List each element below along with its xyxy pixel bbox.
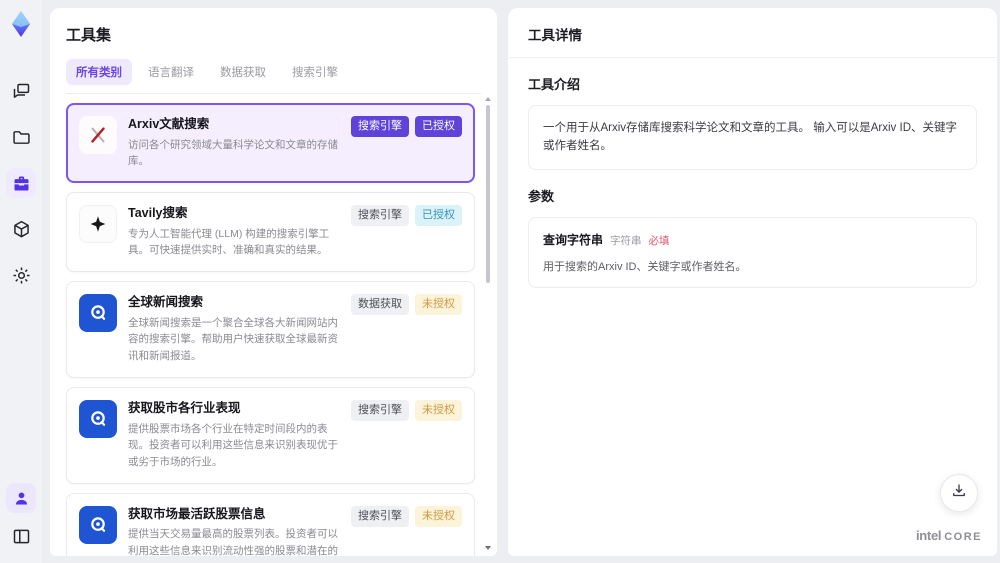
tool-description: 提供股票市场各个行业在特定时间段内的表现。投资者可以利用这些信息来识别表现优于或… (128, 422, 338, 469)
category-badge: 数据获取 (351, 294, 409, 316)
detail-title: 工具详情 (528, 28, 582, 43)
tool-card-tavily-search[interactable]: Tavily搜索 专为人工智能代理 (LLM) 构建的搜索引擎工具。可快速提供实… (66, 192, 475, 273)
sidebar-item-tools[interactable] (6, 168, 36, 198)
tool-name: Arxiv文献搜索 (128, 117, 210, 131)
tab-data-acquisition[interactable]: 数据获取 (210, 59, 276, 85)
intro-heading: 工具介绍 (528, 77, 581, 92)
user-icon (12, 489, 31, 508)
category-badge: 搜索引擎 (351, 205, 409, 227)
tool-card-most-active-stocks[interactable]: 获取市场最活跃股票信息 提供当天交易量最高的股票列表。投资者可以利用这些信息来识… (66, 492, 475, 556)
tab-search-engine[interactable]: 搜索引擎 (282, 59, 348, 85)
status-badge: 已授权 (415, 116, 462, 137)
sidebar-item-files[interactable] (6, 122, 36, 152)
sidebar-item-models[interactable] (6, 214, 36, 244)
list-scrollbar (484, 97, 492, 550)
sidebar-item-account[interactable] (6, 483, 36, 513)
tool-list-panel: 工具集 所有类别 语言翻译 数据获取 搜索引擎 Arxiv文献搜索 访问各个研究… (50, 8, 497, 556)
tool-card-global-news-search[interactable]: 全球新闻搜索 全球新闻搜索是一个聚合全球各大新闻网站内容的搜索引擎。帮助用户快速… (66, 281, 475, 379)
status-badge: 未授权 (415, 400, 462, 422)
tool-description: 专为人工智能代理 (LLM) 构建的搜索引擎工具。可快速提供实时、准确和真实的结… (128, 227, 330, 257)
sparkle-logo-icon (79, 205, 117, 244)
tool-description: 全球新闻搜索是一个聚合全球各大新闻网站内容的搜索引擎。帮助用户快速获取全球最新资… (128, 316, 338, 363)
sidebar-item-chat[interactable] (6, 76, 36, 106)
scrollbar-down-arrow-icon[interactable] (485, 546, 491, 550)
divider (508, 57, 997, 58)
params-heading: 参数 (528, 188, 555, 204)
download-button[interactable] (940, 474, 978, 512)
scrollbar-up-arrow-icon[interactable] (485, 97, 491, 101)
brand-word-core: CORE (944, 531, 982, 543)
category-badge: 搜索引擎 (351, 116, 409, 137)
sidebar-rail (0, 0, 42, 563)
scrollbar-thumb[interactable] (486, 105, 490, 283)
toolbox-icon (11, 173, 32, 194)
blue-search-logo-icon (79, 400, 117, 439)
param-name: 查询字符串 (543, 232, 604, 247)
param-required-badge: 必填 (648, 234, 670, 247)
tool-description: 提供当天交易量最高的股票列表。投资者可以利用这些信息来识别流动性强的股票和潜在的… (128, 528, 338, 556)
tool-name: 获取股市各行业表现 (128, 401, 241, 416)
status-badge: 未授权 (415, 294, 462, 316)
status-badge: 已授权 (415, 205, 462, 227)
download-icon (950, 482, 968, 505)
app-logo-icon (7, 10, 35, 38)
tool-description: 访问各个研究领域大量科学论文和文章的存储库。 (128, 138, 338, 168)
intro-text: 一个用于从Arxiv存储库搜索科学论文和文章的工具。 输入可以是Arxiv ID… (543, 122, 957, 153)
category-tabs: 所有类别 语言翻译 数据获取 搜索引擎 (66, 59, 481, 94)
panel-toggle-icon (11, 526, 32, 547)
gear-icon (11, 265, 32, 286)
param-description: 用于搜索的Arxiv ID、关键字或作者姓名。 (543, 260, 747, 273)
tool-name: Tavily搜索 (128, 206, 188, 221)
blue-search-logo-icon (79, 505, 117, 544)
folder-icon (11, 127, 32, 148)
tab-language-translation[interactable]: 语言翻译 (138, 59, 204, 85)
cube-icon (11, 219, 32, 240)
tool-card-arxiv-search[interactable]: Arxiv文献搜索 访问各个研究领域大量科学论文和文章的存储库。 搜索引擎 已授… (66, 103, 475, 184)
blue-search-logo-icon (79, 294, 117, 333)
arxiv-logo-icon (79, 116, 117, 154)
tab-all-categories[interactable]: 所有类别 (66, 59, 132, 85)
brand-word-intel: intel (915, 528, 942, 543)
tool-name: 获取市场最活跃股票信息 (128, 506, 266, 521)
tool-name: 全球新闻搜索 (128, 295, 204, 310)
tool-card-stock-sector-performance[interactable]: 获取股市各行业表现 提供股票市场各个行业在特定时间段内的表现。投资者可以利用这些… (66, 387, 475, 484)
category-badge: 搜索引擎 (351, 505, 409, 527)
page-title: 工具集 (66, 27, 112, 44)
chat-icon (11, 81, 32, 102)
intel-core-logo: intel CORE (916, 528, 982, 543)
tool-list: Arxiv文献搜索 访问各个研究领域大量科学论文和文章的存储库。 搜索引擎 已授… (50, 97, 497, 556)
sidebar-item-settings[interactable] (6, 260, 36, 290)
sidebar-item-panel-toggle[interactable] (6, 521, 36, 551)
param-type: 字符串 (610, 234, 642, 247)
tool-detail-panel: 工具详情 工具介绍 一个用于从Arxiv存储库搜索科学论文和文章的工具。 输入可… (508, 8, 997, 556)
param-box: 查询字符串 字符串 必填 用于搜索的Arxiv ID、关键字或作者姓名。 (528, 216, 977, 288)
intro-box: 一个用于从Arxiv存储库搜索科学论文和文章的工具。 输入可以是Arxiv ID… (528, 105, 977, 170)
category-badge: 搜索引擎 (351, 400, 409, 422)
status-badge: 未授权 (415, 505, 462, 527)
